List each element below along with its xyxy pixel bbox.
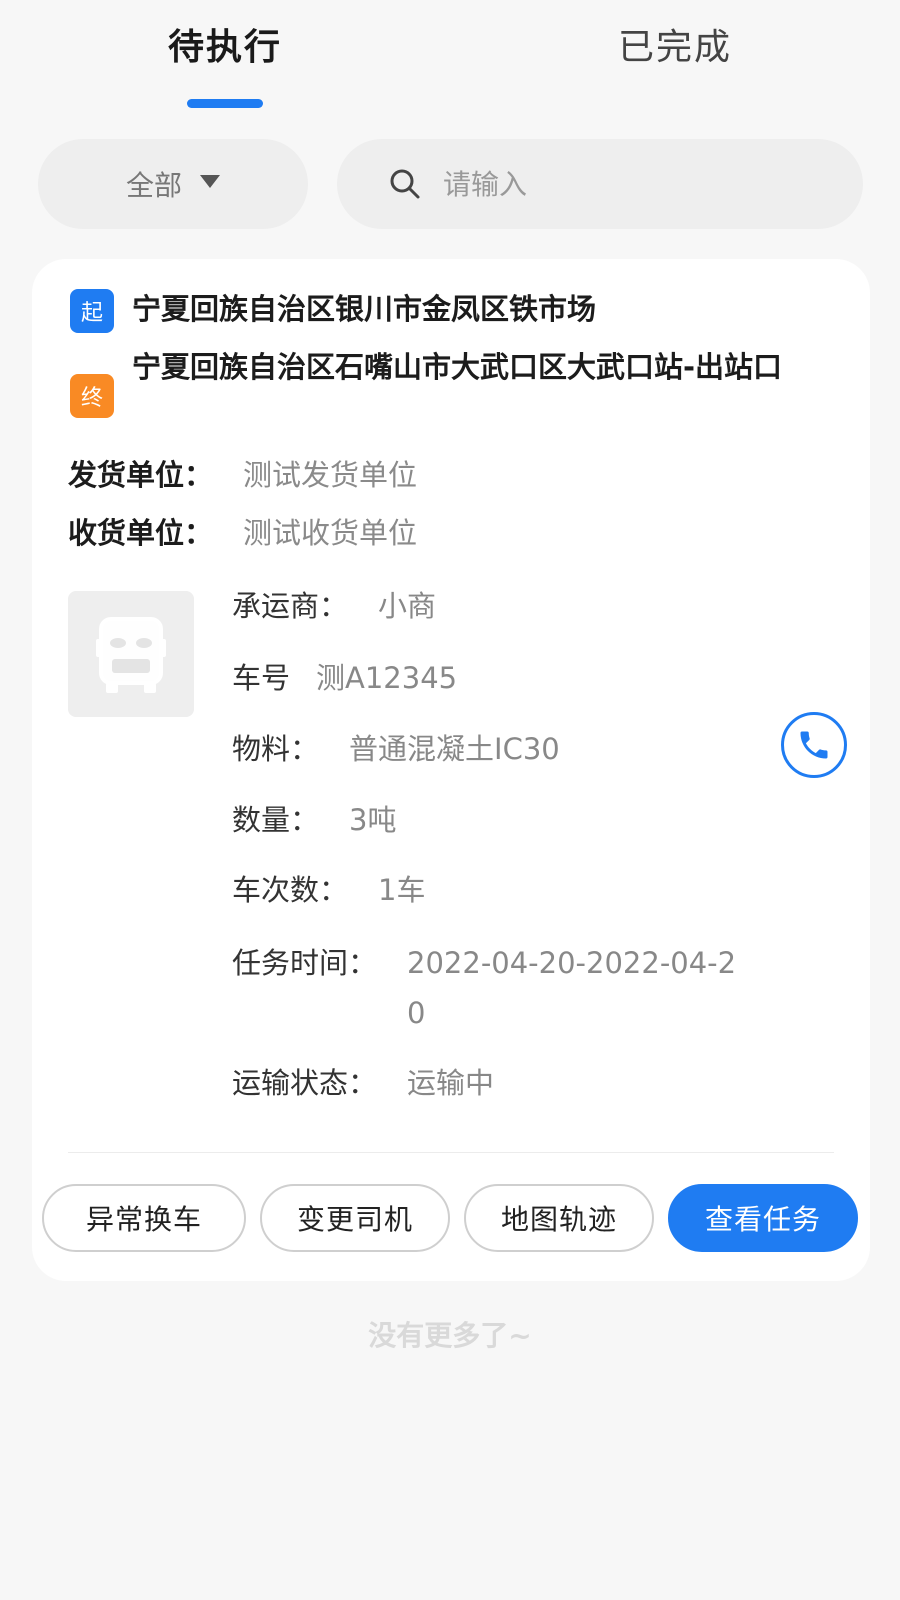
shipper-value: 测试发货单位 <box>243 458 418 492</box>
transport-status-value: 运输中 <box>407 1066 495 1100</box>
end-location: 宁夏回族自治区石嘴山市大武口区大武口站-出站口 <box>132 350 783 384</box>
filter-dropdown[interactable]: 全部 <box>38 139 308 229</box>
search-icon <box>390 169 420 199</box>
task-time-value: 2022-04-20-2022-04-20 <box>407 946 737 1030</box>
task-card: 起 宁夏回族自治区银川市金凤区铁市场 终 宁夏回族自治区石嘴山市大武口区大武口站… <box>32 259 870 1281</box>
filter-selected-label: 全部 <box>125 169 182 202</box>
phone-icon <box>800 731 828 759</box>
truck-icon <box>96 617 166 693</box>
shipper-row: 发货单位： 测试发货单位 <box>68 452 417 494</box>
status-tabs: 待执行 已完成 <box>0 0 900 120</box>
material-label: 物料： <box>232 732 320 766</box>
call-driver-button[interactable] <box>781 712 847 778</box>
receiver-row: 收货单位： 测试收货单位 <box>68 510 417 552</box>
start-location: 宁夏回族自治区银川市金凤区铁市场 <box>132 292 597 326</box>
map-track-button[interactable]: 地图轨迹 <box>464 1184 654 1252</box>
quantity-label: 数量： <box>232 803 320 837</box>
material-value: 普通混凝土IC30 <box>349 732 560 766</box>
shipper-label: 发货单位： <box>68 458 214 492</box>
plate-value: 测A12345 <box>316 661 458 695</box>
task-time-label: 任务时间： <box>232 946 378 980</box>
carrier-label: 承运商： <box>232 589 349 623</box>
plate-row: 车号 测A12345 <box>232 653 457 703</box>
plate-label: 车号 <box>232 661 291 695</box>
task-time-row: 任务时间： 2022-04-20-2022-04-20 <box>232 938 737 1038</box>
trips-row: 车次数： 1车 <box>232 865 425 915</box>
trips-label: 车次数： <box>232 873 349 907</box>
quantity-row: 数量： 3吨 <box>232 795 396 845</box>
transport-status-row: 运输状态： 运输中 <box>232 1058 494 1108</box>
tab-pending[interactable]: 待执行 <box>115 18 335 70</box>
receiver-label: 收货单位： <box>68 516 214 550</box>
truck-image <box>68 591 194 717</box>
material-row: 物料： 普通混凝土IC30 <box>232 724 560 774</box>
search-input[interactable] <box>443 167 803 201</box>
caret-down-icon <box>200 174 220 188</box>
no-more-indicator: 没有更多了~ <box>368 1319 532 1352</box>
carrier-row: 承运商： 小商 <box>232 581 436 631</box>
search-box[interactable] <box>337 139 863 229</box>
trips-value: 1车 <box>378 873 426 907</box>
change-driver-button[interactable]: 变更司机 <box>260 1184 450 1252</box>
receiver-value: 测试收货单位 <box>243 516 418 550</box>
carrier-value: 小商 <box>378 589 437 623</box>
end-badge: 终 <box>70 374 114 418</box>
card-divider <box>68 1152 834 1153</box>
transport-status-label: 运输状态： <box>232 1066 378 1100</box>
start-badge: 起 <box>70 289 114 333</box>
view-task-button[interactable]: 查看任务 <box>668 1184 858 1252</box>
tab-completed[interactable]: 已完成 <box>565 18 785 70</box>
abnormal-change-vehicle-button[interactable]: 异常换车 <box>42 1184 246 1252</box>
quantity-value: 3吨 <box>349 803 397 837</box>
active-tab-indicator <box>187 99 263 108</box>
